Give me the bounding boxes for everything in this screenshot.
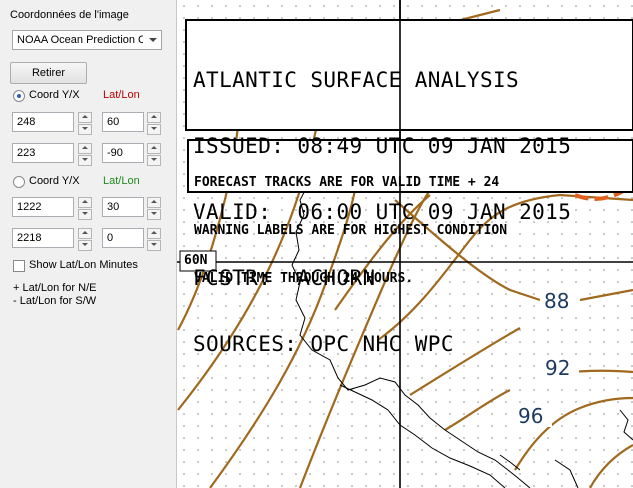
remove-button[interactable]: Retirer bbox=[10, 62, 87, 84]
map-title-line: ATLANTIC SURFACE ANALYSIS bbox=[193, 68, 520, 92]
coord1-y-spinner[interactable] bbox=[78, 112, 92, 135]
map-note-line: VALID TIME THROUGH 24 HOURS. bbox=[194, 271, 414, 286]
show-minutes-label: Show Lat/Lon Minutes bbox=[29, 259, 138, 271]
coord1-lat-field[interactable]: 60 bbox=[102, 112, 144, 132]
spin-down-icon[interactable] bbox=[78, 155, 92, 166]
coord1-lon-field[interactable]: -90 bbox=[102, 143, 144, 163]
weather-map-view[interactable]: ATLANTIC SURFACE ANALYSIS ISSUED: 08:49 … bbox=[177, 0, 633, 488]
spin-up-icon[interactable] bbox=[147, 143, 161, 154]
isobar-label: 88 bbox=[544, 289, 570, 313]
map-note-line: WARNING LABELS ARE FOR HIGHEST CONDITION bbox=[194, 223, 508, 238]
coord1-x-spinner[interactable] bbox=[78, 143, 92, 166]
spin-down-icon[interactable] bbox=[78, 240, 92, 251]
coord2-latlon-label: Lat/Lon bbox=[103, 175, 140, 187]
coord2-radio[interactable] bbox=[13, 176, 25, 188]
spin-down-icon[interactable] bbox=[78, 124, 92, 135]
show-minutes-checkbox[interactable] bbox=[13, 260, 25, 272]
spin-down-icon[interactable] bbox=[147, 240, 161, 251]
coord1-x-field[interactable]: 223 bbox=[12, 143, 74, 163]
dropdown-value: NOAA Ocean Prediction Ce bbox=[17, 34, 143, 46]
spin-up-icon[interactable] bbox=[78, 197, 92, 208]
spin-up-icon[interactable] bbox=[78, 143, 92, 154]
coord1-latlon-label: Lat/Lon bbox=[103, 89, 140, 101]
coord1-radio[interactable] bbox=[13, 90, 25, 102]
hint-south-west: - Lat/Lon for S/W bbox=[13, 295, 97, 307]
lat-label: 60N bbox=[184, 253, 208, 268]
isobar-label: 92 bbox=[545, 356, 571, 380]
chevron-down-icon[interactable] bbox=[145, 31, 161, 49]
coord1-lon-spinner[interactable] bbox=[147, 143, 161, 166]
hint-north-east: + Lat/Lon for N/E bbox=[13, 282, 97, 294]
coord2-lat-field[interactable]: 30 bbox=[102, 197, 144, 217]
spin-down-icon[interactable] bbox=[147, 155, 161, 166]
coord2-lon-spinner[interactable] bbox=[147, 228, 161, 251]
coord2-x-spinner[interactable] bbox=[78, 228, 92, 251]
coord2-label: Coord Y/X bbox=[29, 175, 80, 187]
spin-down-icon[interactable] bbox=[78, 209, 92, 220]
spin-up-icon[interactable] bbox=[78, 228, 92, 239]
map-sources-line: SOURCES: OPC NHC WPC bbox=[193, 332, 454, 356]
spin-up-icon[interactable] bbox=[78, 112, 92, 123]
spin-down-icon[interactable] bbox=[147, 209, 161, 220]
coord2-lon-field[interactable]: 0 bbox=[102, 228, 144, 248]
spin-up-icon[interactable] bbox=[147, 228, 161, 239]
coord1-label: Coord Y/X bbox=[29, 89, 80, 101]
coord1-y-field[interactable]: 248 bbox=[12, 112, 74, 132]
source-dropdown[interactable]: NOAA Ocean Prediction Ce bbox=[12, 30, 162, 50]
spin-down-icon[interactable] bbox=[147, 124, 161, 135]
map-note-block: FORECAST TRACKS ARE FOR VALID TIME + 24 … bbox=[194, 143, 507, 319]
coord2-lat-spinner[interactable] bbox=[147, 197, 161, 220]
isobar-label: 96 bbox=[518, 404, 544, 428]
coordinates-panel: Coordonnées de l'image NOAA Ocean Predic… bbox=[0, 0, 176, 488]
group-title: Coordonnées de l'image bbox=[10, 9, 129, 21]
coord2-y-spinner[interactable] bbox=[78, 197, 92, 220]
coord1-lat-spinner[interactable] bbox=[147, 112, 161, 135]
coord2-x-field[interactable]: 2218 bbox=[12, 228, 74, 248]
spin-up-icon[interactable] bbox=[147, 112, 161, 123]
spin-up-icon[interactable] bbox=[147, 197, 161, 208]
coord2-y-field[interactable]: 1222 bbox=[12, 197, 74, 217]
map-note-line: FORECAST TRACKS ARE FOR VALID TIME + 24 bbox=[194, 175, 500, 190]
